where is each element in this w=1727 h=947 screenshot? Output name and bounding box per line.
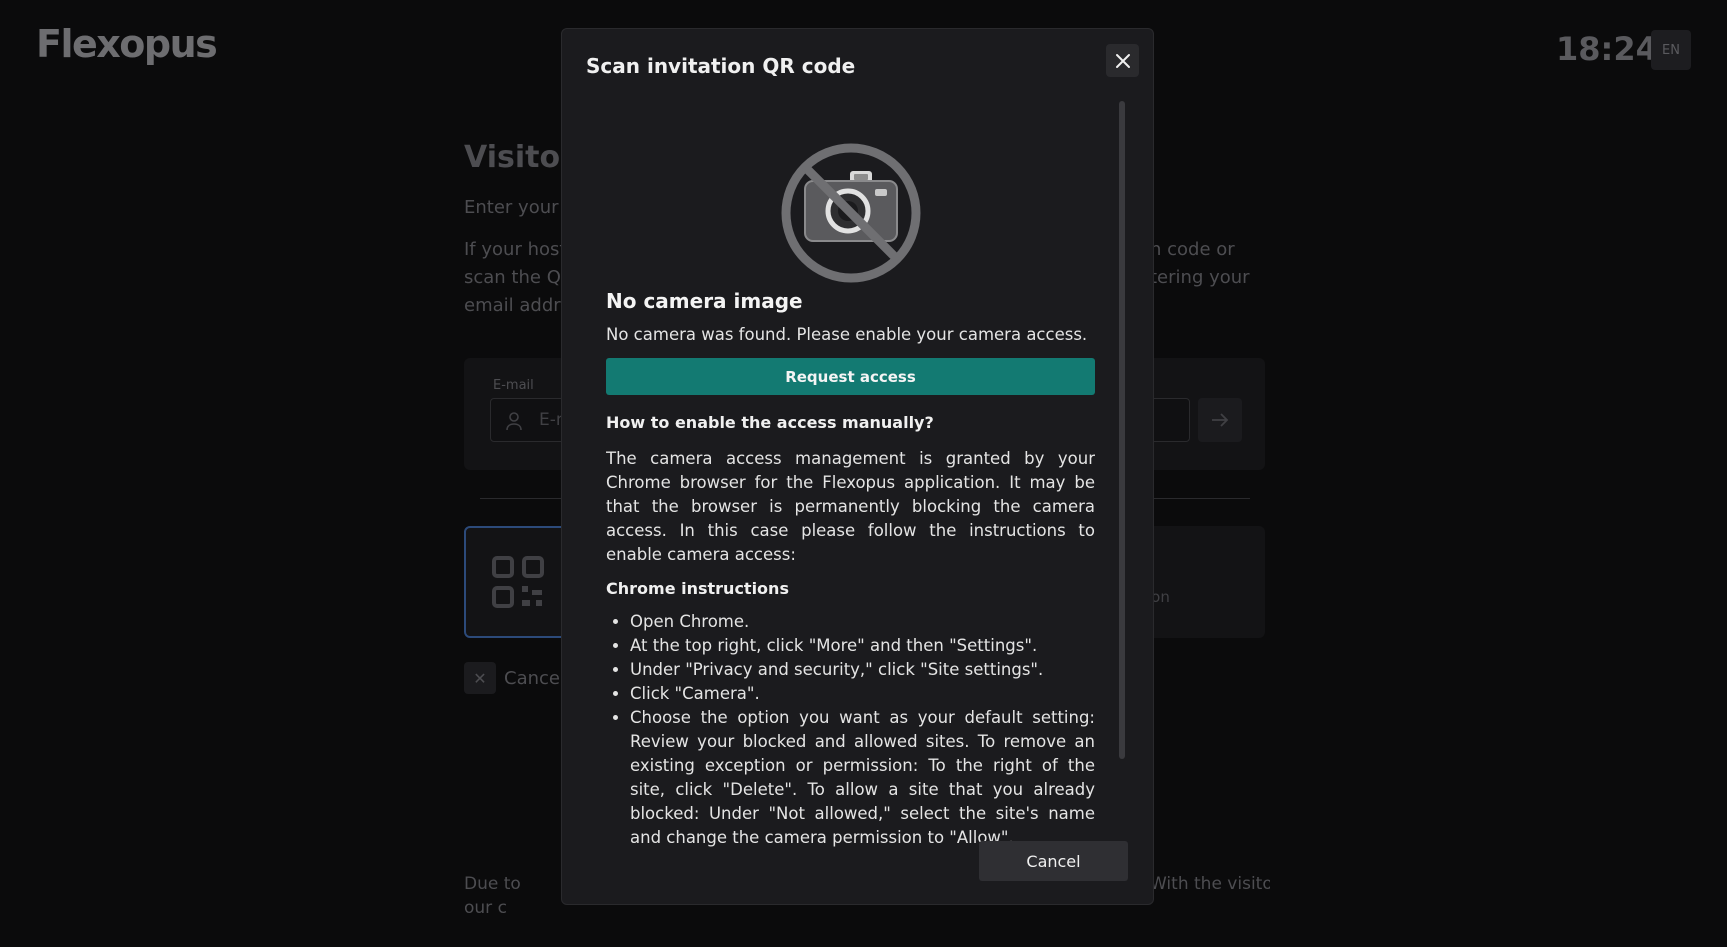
scan-qr-modal: Scan invitation QR code No camera image … bbox=[561, 28, 1154, 905]
intro-line: scan the Q bbox=[464, 267, 561, 288]
footer-text-right: With the visitor bbox=[1150, 874, 1270, 894]
intro-text-right: n code or tering your bbox=[1150, 236, 1260, 292]
app-logo: Flexopus bbox=[36, 22, 218, 66]
instruction-step: Under "Privacy and security," click "Sit… bbox=[630, 658, 1095, 682]
footer-text-left: Due to our c bbox=[464, 872, 554, 920]
clock: 18:24 bbox=[1556, 30, 1658, 68]
instruction-step: At the top right, click "More" and then … bbox=[630, 634, 1095, 658]
intro-text-left: If your host scan the Q email addr bbox=[464, 236, 564, 320]
no-camera-title: No camera image bbox=[606, 289, 803, 313]
modal-scrollbar[interactable] bbox=[1119, 101, 1125, 759]
no-camera-icon bbox=[781, 143, 920, 283]
intro-line: tering your bbox=[1150, 267, 1250, 288]
instruction-step: Open Chrome. bbox=[630, 610, 1095, 634]
chrome-instructions-title: Chrome instructions bbox=[606, 579, 789, 598]
close-icon: ✕ bbox=[464, 662, 496, 694]
instruction-step: Click "Camera". bbox=[630, 682, 1095, 706]
instruction-steps: Open Chrome. At the top right, click "Mo… bbox=[606, 610, 1095, 850]
page-subtitle: Enter your e bbox=[464, 197, 564, 218]
arrow-right-icon bbox=[1212, 413, 1229, 427]
email-label: E-mail bbox=[493, 378, 534, 393]
intro-line: email addr bbox=[464, 295, 561, 316]
background-cancel[interactable]: ✕ Cancel bbox=[464, 662, 574, 694]
modal-cancel-button[interactable]: Cancel bbox=[979, 841, 1128, 881]
explanation-text: The camera access management is granted … bbox=[606, 449, 1095, 564]
intro-line: n code or bbox=[1150, 239, 1235, 260]
modal-close-button[interactable] bbox=[1106, 44, 1139, 77]
submit-arrow-button[interactable] bbox=[1198, 398, 1242, 442]
no-camera-text: No camera was found. Please enable your … bbox=[606, 325, 1088, 344]
camera-illustration bbox=[606, 141, 1095, 285]
intro-line: If your host bbox=[464, 239, 564, 260]
language-button[interactable]: EN bbox=[1651, 30, 1691, 70]
modal-scroll-content[interactable]: No camera image No camera was found. Ple… bbox=[606, 109, 1095, 851]
user-icon bbox=[506, 412, 522, 431]
page-title: Visitor bbox=[464, 140, 564, 175]
qr-code-icon bbox=[492, 556, 544, 608]
footer-line: Due to our c bbox=[464, 874, 521, 918]
instruction-step: Choose the option you want as your defau… bbox=[630, 706, 1095, 850]
close-icon bbox=[1115, 53, 1130, 68]
request-access-button[interactable]: Request access bbox=[606, 358, 1095, 395]
modal-title: Scan invitation QR code bbox=[586, 54, 856, 78]
how-to-enable-title: How to enable the access manually? bbox=[606, 413, 934, 432]
